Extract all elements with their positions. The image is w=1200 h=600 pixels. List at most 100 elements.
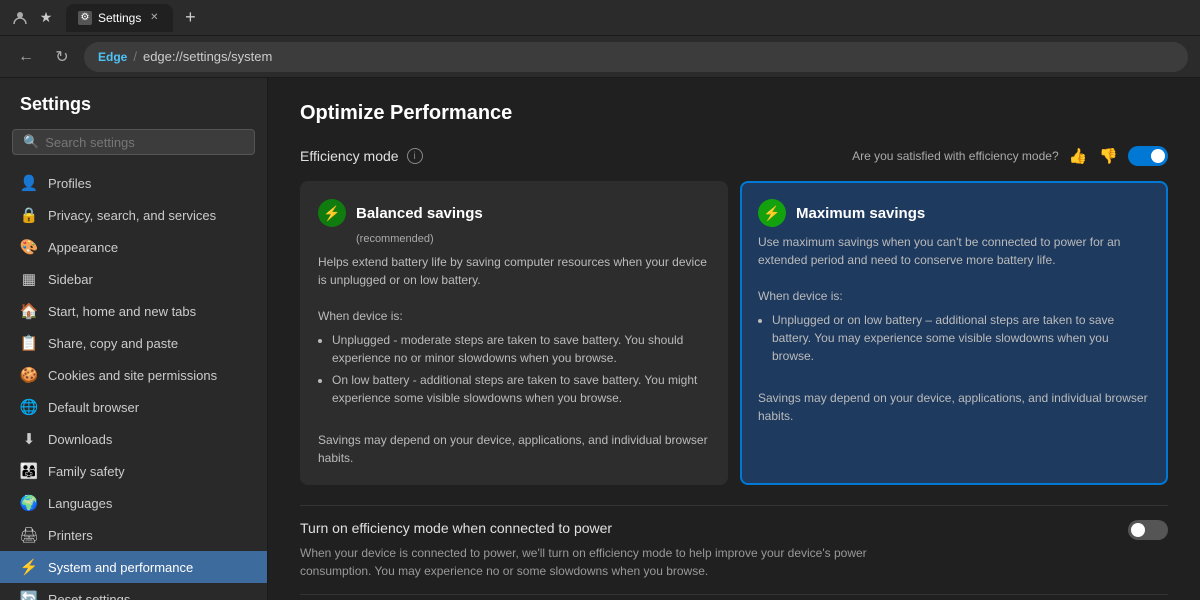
maximum-bullet-1: Unplugged or on low battery – additional… <box>772 311 1150 365</box>
efficiency-mode-toggle[interactable] <box>1128 146 1168 166</box>
nav-label-default-browser: Default browser <box>48 400 139 415</box>
tab-close-button[interactable]: ✕ <box>147 11 161 25</box>
nav-label-printers: Printers <box>48 528 93 543</box>
nav-label-start-home: Start, home and new tabs <box>48 304 196 319</box>
nav-icon-reset: 🔄 <box>20 590 38 600</box>
sidebar-item-default-browser[interactable]: 🌐 Default browser <box>0 391 267 423</box>
balanced-bullet-1: Unplugged - moderate steps are taken to … <box>332 331 710 367</box>
balanced-bullets: Unplugged - moderate steps are taken to … <box>318 331 710 407</box>
nav-icon-printers: 🖨 <box>20 526 38 544</box>
maximum-card-icon: ⚡ <box>758 199 786 227</box>
balanced-card-body: Helps extend battery life by saving comp… <box>318 253 710 467</box>
search-input[interactable] <box>45 135 244 150</box>
nav-icon-default-browser: 🌐 <box>20 398 38 416</box>
efficiency-power-desc: When your device is connected to power, … <box>300 544 940 580</box>
nav-label-cookies: Cookies and site permissions <box>48 368 217 383</box>
address-text: edge://settings/system <box>143 49 272 64</box>
maximum-description: Use maximum savings when you can't be co… <box>758 235 1120 267</box>
balanced-when-label: When device is: <box>318 309 403 323</box>
nav-icon-downloads: ⬇ <box>20 430 38 448</box>
search-icon: 🔍 <box>23 134 39 150</box>
nav-icon-system-performance: ⚡ <box>20 558 38 576</box>
nav-label-appearance: Appearance <box>48 240 118 255</box>
balanced-card-title: Balanced savings <box>356 205 483 222</box>
nav-icon-profiles: 👤 <box>20 174 38 192</box>
efficiency-thumbs-down[interactable]: 👎 <box>1097 145 1120 167</box>
refresh-button[interactable]: ↻ <box>48 43 76 71</box>
tab-bar: ⚙ Settings ✕ + <box>66 4 1192 32</box>
setting-row-pc-gaming: Improve your PC gaming experience with e… <box>300 594 1168 600</box>
main-layout: Settings 🔍 👤 Profiles 🔒 Privacy, search,… <box>0 78 1200 600</box>
maximum-when-label: When device is: <box>758 289 843 303</box>
balanced-card-icon: ⚡ <box>318 199 346 227</box>
maximum-card-header: ⚡ Maximum savings <box>758 199 1150 227</box>
settings-rows: Turn on efficiency mode when connected t… <box>300 505 1168 600</box>
efficiency-mode-label: Efficiency mode <box>300 148 399 164</box>
back-button[interactable]: ← <box>12 43 40 71</box>
nav-icon-family-safety: 👨‍👩‍👧 <box>20 462 38 480</box>
profile-icon[interactable] <box>8 6 32 30</box>
efficiency-thumbs-up[interactable]: 👍 <box>1067 145 1090 167</box>
nav-items: 👤 Profiles 🔒 Privacy, search, and servic… <box>0 167 267 600</box>
sidebar-item-share-copy[interactable]: 📋 Share, copy and paste <box>0 327 267 359</box>
window-controls: ★ <box>8 6 58 30</box>
edge-logo: Edge <box>98 50 127 64</box>
balanced-description: Helps extend battery life by saving comp… <box>318 255 707 287</box>
efficiency-mode-header: Efficiency mode i Are you satisfied with… <box>300 145 1168 167</box>
search-box[interactable]: 🔍 <box>12 129 255 155</box>
sidebar-title: Settings <box>0 94 267 129</box>
sidebar-item-downloads[interactable]: ⬇ Downloads <box>0 423 267 455</box>
sidebar-item-languages[interactable]: 🌍 Languages <box>0 487 267 519</box>
maximum-footnote: Savings may depend on your device, appli… <box>758 391 1148 423</box>
efficiency-power-title: Turn on efficiency mode when connected t… <box>300 520 1116 536</box>
sidebar-item-start-home[interactable]: 🏠 Start, home and new tabs <box>0 295 267 327</box>
address-bar[interactable]: Edge / edge://settings/system <box>84 42 1188 72</box>
address-slash: / <box>133 49 137 64</box>
sidebar-item-profiles[interactable]: 👤 Profiles <box>0 167 267 199</box>
nav-icon-cookies: 🍪 <box>20 366 38 384</box>
nav-label-privacy: Privacy, search, and services <box>48 208 216 223</box>
maximum-savings-card[interactable]: ⚡ Maximum savings Use maximum savings wh… <box>740 181 1168 485</box>
tab-favicon: ⚙ <box>78 11 92 25</box>
sidebar-item-family-safety[interactable]: 👨‍👩‍👧 Family safety <box>0 455 267 487</box>
new-tab-button[interactable]: + <box>177 5 203 31</box>
sidebar-item-cookies[interactable]: 🍪 Cookies and site permissions <box>0 359 267 391</box>
nav-label-sidebar: Sidebar <box>48 272 93 287</box>
efficiency-feedback-group: Are you satisfied with efficiency mode? … <box>852 145 1168 167</box>
tab-label: Settings <box>98 11 141 25</box>
efficiency-power-toggle[interactable] <box>1128 520 1168 540</box>
savings-cards: ⚡ Balanced savings (recommended) Helps e… <box>300 181 1168 485</box>
sidebar-item-privacy[interactable]: 🔒 Privacy, search, and services <box>0 199 267 231</box>
setting-row-efficiency-power: Turn on efficiency mode when connected t… <box>300 505 1168 594</box>
nav-label-family-safety: Family safety <box>48 464 125 479</box>
toolbar: ← ↻ Edge / edge://settings/system <box>0 36 1200 78</box>
collections-icon[interactable]: ★ <box>34 6 58 30</box>
browser-chrome: ★ ⚙ Settings ✕ + <box>0 0 1200 36</box>
nav-icon-privacy: 🔒 <box>20 206 38 224</box>
sidebar-item-system-performance[interactable]: ⚡ System and performance <box>0 551 267 583</box>
nav-icon-appearance: 🎨 <box>20 238 38 256</box>
balanced-bullet-2: On low battery - additional steps are ta… <box>332 371 710 407</box>
nav-label-reset: Reset settings <box>48 592 130 600</box>
sidebar: Settings 🔍 👤 Profiles 🔒 Privacy, search,… <box>0 78 268 600</box>
settings-tab[interactable]: ⚙ Settings ✕ <box>66 4 173 32</box>
efficiency-mode-info-icon[interactable]: i <box>407 148 423 164</box>
content-area: Optimize Performance Efficiency mode i A… <box>268 78 1200 600</box>
balanced-footnote: Savings may depend on your device, appli… <box>318 433 708 465</box>
maximum-bullets: Unplugged or on low battery – additional… <box>758 311 1150 365</box>
nav-icon-sidebar: ▦ <box>20 270 38 288</box>
nav-label-profiles: Profiles <box>48 176 91 191</box>
sidebar-item-printers[interactable]: 🖨 Printers <box>0 519 267 551</box>
nav-label-share-copy: Share, copy and paste <box>48 336 178 351</box>
efficiency-power-controls <box>1128 520 1168 540</box>
efficiency-feedback-text: Are you satisfied with efficiency mode? <box>852 149 1059 163</box>
maximum-card-body: Use maximum savings when you can't be co… <box>758 233 1150 425</box>
balanced-savings-card[interactable]: ⚡ Balanced savings (recommended) Helps e… <box>300 181 728 485</box>
efficiency-power-header: Turn on efficiency mode when connected t… <box>300 520 1168 540</box>
nav-icon-start-home: 🏠 <box>20 302 38 320</box>
nav-icon-languages: 🌍 <box>20 494 38 512</box>
nav-icon-share-copy: 📋 <box>20 334 38 352</box>
sidebar-item-reset[interactable]: 🔄 Reset settings <box>0 583 267 600</box>
sidebar-item-sidebar[interactable]: ▦ Sidebar <box>0 263 267 295</box>
sidebar-item-appearance[interactable]: 🎨 Appearance <box>0 231 267 263</box>
